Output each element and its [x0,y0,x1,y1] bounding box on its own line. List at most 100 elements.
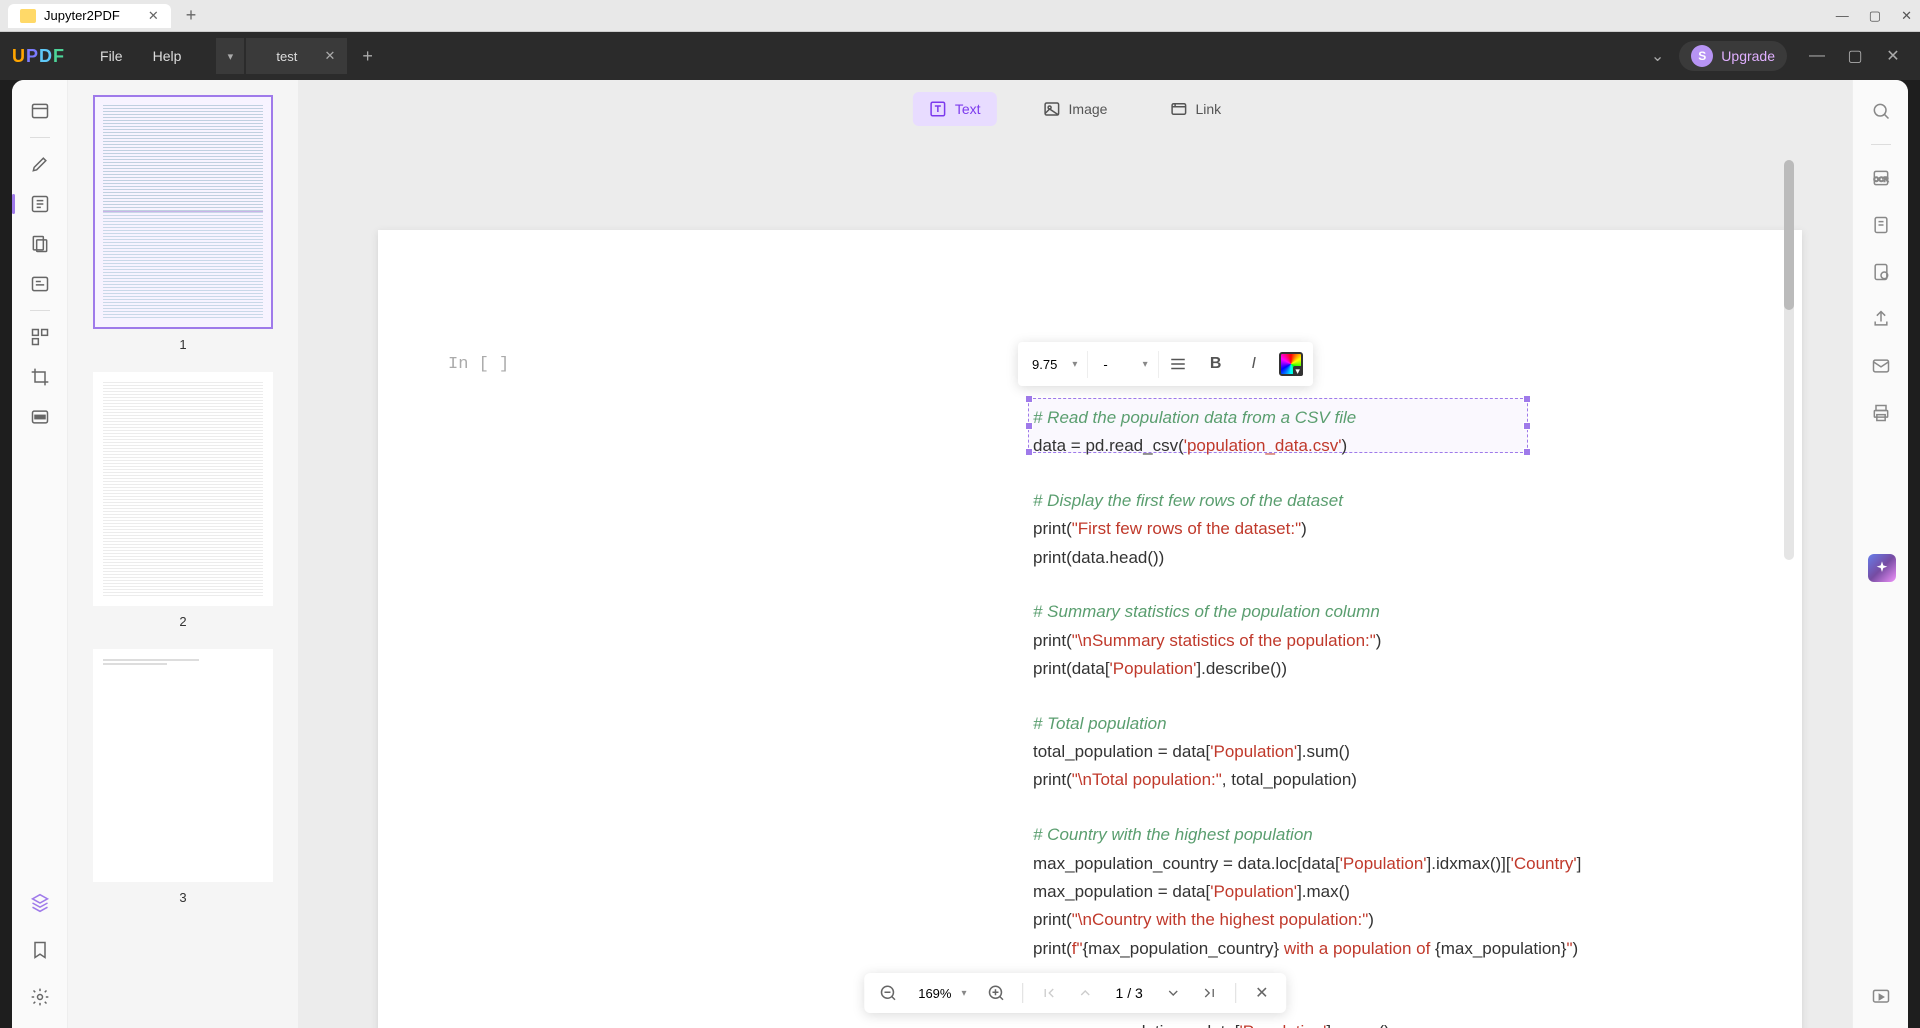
zoom-in-button[interactable] [983,979,1011,1007]
dropdown-icon: ▾ [961,988,966,999]
pin-tab-icon[interactable]: ▾ [216,38,244,74]
font-family-value: - [1103,357,1107,372]
left-rail-bottom [24,887,56,1013]
thumbnail-page-3[interactable] [93,649,273,883]
zoom-navigation-bar: 169% ▾ 1 / 3 [864,973,1286,1013]
document-tab[interactable]: test ✕ [246,38,347,74]
app-body: 1 2 3 Text Image [12,80,1908,1028]
font-size-dropdown[interactable]: 9.75 ▾ [1022,351,1088,378]
email-icon[interactable] [1865,350,1897,382]
page-tools-icon[interactable] [24,228,56,260]
divider [1871,144,1891,145]
resize-handle[interactable] [1025,448,1033,456]
app-close-icon[interactable]: ✕ [1878,41,1908,71]
resize-handle[interactable] [1523,395,1531,403]
zoom-value: 169% [918,986,951,1001]
font-size-value: 9.75 [1032,357,1057,372]
close-bar-button[interactable]: ✕ [1248,979,1276,1007]
total-pages: 3 [1135,985,1143,1001]
os-tab-close-icon[interactable]: ✕ [148,8,159,24]
os-new-tab-icon[interactable]: + [186,5,197,26]
link-tool-icon [1169,100,1187,118]
os-titlebar: Jupyter2PDF ✕ + — ▢ ✕ [0,0,1920,32]
crop-icon[interactable] [24,361,56,393]
search-icon[interactable] [1865,95,1897,127]
resize-handle[interactable] [1025,422,1033,430]
prev-page-button[interactable] [1072,979,1100,1007]
ai-assistant-icon[interactable] [1868,554,1896,582]
last-page-button[interactable] [1195,979,1223,1007]
main-document-area: Text Image Link In [ ] 9.75 ▾ [298,80,1852,1028]
separator [1235,983,1236,1003]
font-family-dropdown[interactable]: - [1088,351,1158,378]
page-indicator[interactable]: 1 / 3 [1108,985,1151,1001]
upgrade-button[interactable]: S Upgrade [1679,41,1787,71]
bookmark-icon[interactable] [24,934,56,966]
annotate-icon[interactable] [24,148,56,180]
slideshow-icon[interactable] [1865,981,1897,1013]
zoom-out-button[interactable] [874,979,902,1007]
reader-mode-icon[interactable] [24,95,56,127]
menu-help[interactable]: Help [138,48,197,64]
edit-mode-toolbar: Text Image Link [913,92,1237,126]
os-maximize-icon[interactable]: ▢ [1869,8,1881,24]
bold-button[interactable]: B [1197,346,1235,382]
app-window-controls: — ▢ ✕ [1802,41,1908,71]
thumbnail-page-2[interactable] [93,372,273,606]
align-button[interactable] [1159,346,1197,382]
os-folder-tab[interactable]: Jupyter2PDF ✕ [8,4,171,28]
edit-text-icon[interactable] [24,188,56,220]
thumbnail-label: 3 [93,890,273,905]
layers-icon[interactable] [24,887,56,919]
current-page: 1 [1116,985,1124,1001]
cell-in-label: In [ ] [448,355,509,374]
app-minimize-icon[interactable]: — [1802,41,1832,71]
first-page-button[interactable] [1036,979,1064,1007]
export-icon[interactable] [1865,209,1897,241]
form-icon[interactable] [24,268,56,300]
image-tool-label: Image [1069,101,1108,117]
scrollbar-thumb[interactable] [1784,160,1794,310]
app-header: UPDF File Help ▾ test ✕ + ⌄ S Upgrade — … [0,32,1920,80]
right-toolbar: OCR [1852,80,1908,1028]
text-color-picker[interactable] [1279,352,1303,376]
app-maximize-icon[interactable]: ▢ [1840,41,1870,71]
thumbnail-label: 1 [93,337,273,352]
text-tool-button[interactable]: Text [913,92,997,126]
close-tab-icon[interactable]: ✕ [324,48,335,64]
text-tool-icon [929,100,947,118]
protect-icon[interactable] [1865,256,1897,288]
settings-icon[interactable] [24,981,56,1013]
os-tab-title: Jupyter2PDF [44,8,120,23]
upgrade-label: Upgrade [1721,48,1775,64]
dropdown-icon: ▾ [1072,359,1077,370]
folder-icon [20,9,36,23]
link-tool-button[interactable]: Link [1153,92,1237,126]
app-logo[interactable]: UPDF [12,46,65,67]
thumbnail-page-1[interactable] [93,95,273,329]
menu-file[interactable]: File [85,48,138,64]
resize-handle[interactable] [1025,395,1033,403]
next-page-button[interactable] [1159,979,1187,1007]
os-close-icon[interactable]: ✕ [1901,8,1912,24]
redact-icon[interactable] [24,401,56,433]
italic-button[interactable]: I [1235,346,1273,382]
os-minimize-icon[interactable]: — [1836,8,1849,24]
organize-icon[interactable] [24,321,56,353]
print-icon[interactable] [1865,397,1897,429]
ocr-icon[interactable]: OCR [1865,162,1897,194]
left-toolbar [12,80,68,1028]
divider [30,310,50,311]
share-icon[interactable] [1865,303,1897,335]
chevron-down-icon[interactable]: ⌄ [1651,46,1664,66]
zoom-level-dropdown[interactable]: 169% ▾ [910,982,974,1005]
document-tab-title: test [276,49,297,64]
separator [1023,983,1024,1003]
image-tool-button[interactable]: Image [1027,92,1124,126]
code-text[interactable]: # Read the population data from a CSV fi… [1033,405,1581,1028]
page-separator: / [1127,985,1131,1001]
add-tab-icon[interactable]: + [362,46,373,67]
scrollbar[interactable] [1784,160,1794,560]
thumbnails-panel: 1 2 3 [68,80,298,1028]
document-tab-area: ▾ test ✕ + [216,38,372,74]
